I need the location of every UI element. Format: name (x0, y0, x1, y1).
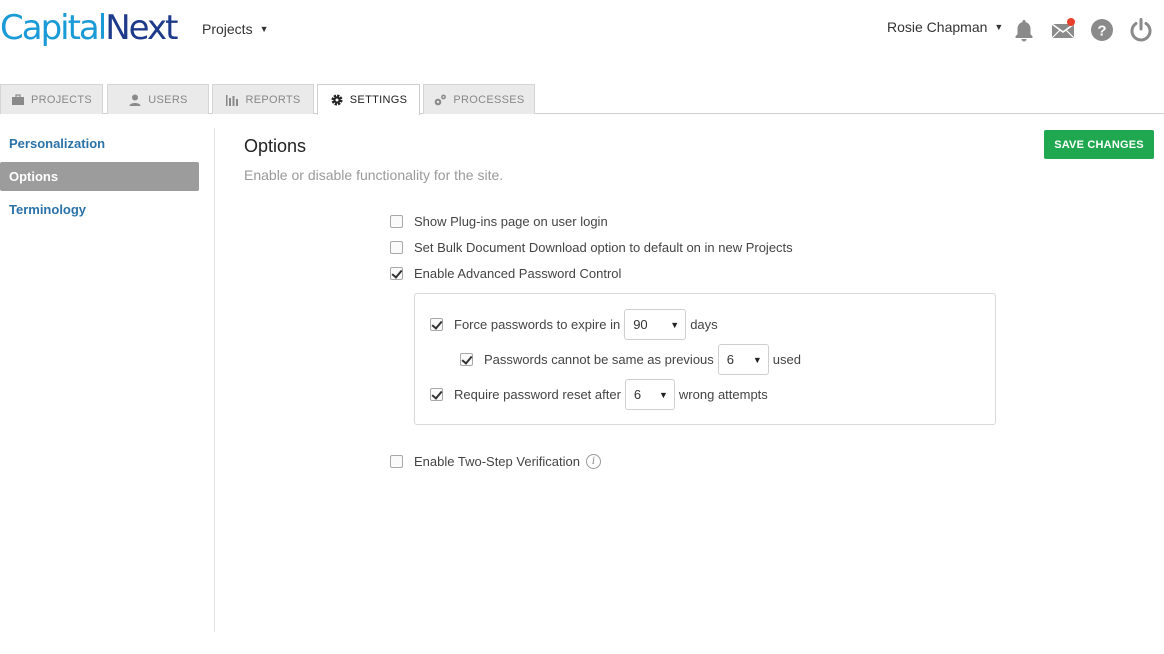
svg-text:?: ? (1097, 23, 1106, 40)
sidebar-item-options[interactable]: Options (0, 162, 199, 191)
page-subtitle: Enable or disable functionality for the … (244, 167, 504, 183)
option-password-previous: Passwords cannot be same as previous 6 ▼… (460, 344, 801, 375)
option-advanced-password: Enable Advanced Password Control (390, 266, 621, 281)
help-icon[interactable]: ? (1089, 17, 1115, 43)
tab-processes[interactable]: PROCESSES (423, 84, 535, 114)
info-icon[interactable]: i (585, 454, 601, 469)
app-header: CapitalNext Projects ▼ Rosie Chapman ▼ ? (0, 0, 1164, 60)
tab-settings[interactable]: SETTINGS (317, 84, 420, 115)
tab-projects[interactable]: PROJECTS (0, 84, 103, 114)
page-title: Options (244, 136, 307, 156)
bulk-download-checkbox[interactable] (390, 241, 403, 254)
plugins-checkbox[interactable] (390, 215, 403, 228)
option-suffix: wrong attempts (678, 387, 768, 402)
notification-dot (1067, 18, 1075, 26)
capitalnext-logo[interactable]: CapitalNext (0, 8, 178, 48)
option-password-reset: Require password reset after 6 ▼ wrong a… (430, 379, 768, 410)
main-tabs: PROJECTS USERS REPORTS SETTINGS PROCESSE… (0, 84, 1164, 115)
option-label: Passwords cannot be same as previous (484, 352, 714, 367)
sidebar-item-terminology[interactable]: Terminology (0, 195, 199, 224)
option-label: Show Plug-ins page on user login (414, 214, 608, 229)
projects-dropdown-label: Projects (202, 21, 253, 37)
advanced-password-checkbox[interactable] (390, 267, 403, 280)
power-icon[interactable] (1128, 17, 1154, 43)
user-name: Rosie Chapman (887, 19, 988, 35)
caret-down-icon: ▼ (994, 22, 1004, 32)
projects-dropdown[interactable]: Projects ▼ (202, 21, 269, 37)
option-suffix: days (690, 317, 718, 332)
password-expire-checkbox[interactable] (430, 318, 443, 331)
gears-icon (433, 93, 447, 107)
sidebar-item-personalization[interactable]: Personalization (0, 129, 199, 158)
reset-attempts-select[interactable]: 6 ▼ (624, 379, 675, 410)
chevron-down-icon: ▼ (752, 354, 762, 365)
caret-down-icon: ▼ (259, 24, 269, 34)
previous-count-select[interactable]: 6 ▼ (717, 344, 769, 375)
password-previous-checkbox[interactable] (460, 353, 473, 366)
user-dropdown[interactable]: Rosie Chapman ▼ (887, 19, 1003, 35)
briefcase-icon (11, 93, 25, 107)
password-reset-checkbox[interactable] (430, 388, 443, 401)
option-label: Require password reset after (454, 387, 621, 402)
option-label: Set Bulk Document Download option to def… (414, 240, 793, 255)
mail-icon[interactable] (1050, 17, 1076, 43)
user-icon (128, 93, 142, 107)
chevron-down-icon: ▼ (659, 389, 668, 400)
option-suffix: used (772, 352, 801, 367)
bell-icon[interactable] (1011, 17, 1037, 43)
option-label: Enable Two-Step Verification (414, 454, 580, 469)
expire-days-select[interactable]: 90 ▼ (624, 309, 687, 340)
tab-reports[interactable]: REPORTS (212, 84, 314, 114)
option-two-step: Enable Two-Step Verification i (390, 454, 601, 469)
option-password-expire: Force passwords to expire in 90 ▼ days (430, 309, 718, 340)
settings-sidebar: Personalization Options Terminology (0, 128, 215, 632)
gear-icon (330, 93, 344, 107)
two-step-checkbox[interactable] (390, 455, 403, 468)
save-changes-button[interactable]: SAVE CHANGES (1044, 130, 1154, 159)
option-label: Force passwords to expire in (454, 317, 621, 332)
chevron-down-icon: ▼ (670, 319, 680, 330)
option-label: Enable Advanced Password Control (414, 266, 622, 281)
tab-users[interactable]: USERS (107, 84, 209, 114)
option-plugins: Show Plug-ins page on user login (390, 214, 608, 229)
bar-chart-icon (225, 93, 239, 107)
option-bulk-download: Set Bulk Document Download option to def… (390, 240, 793, 255)
